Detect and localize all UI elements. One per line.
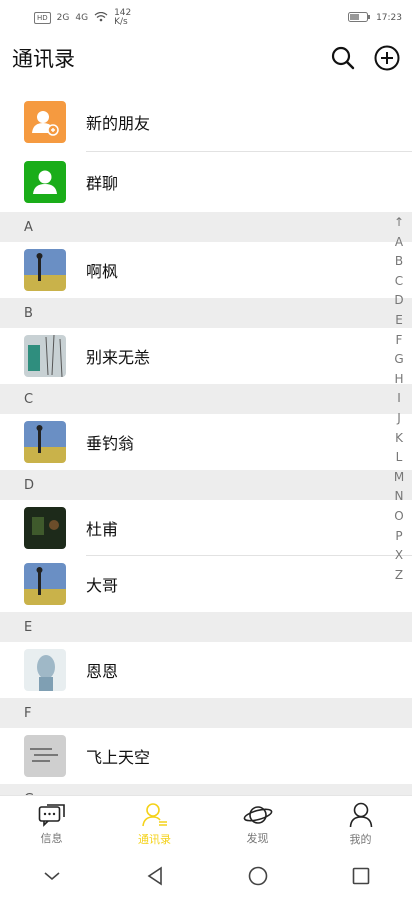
back-button[interactable] [135, 856, 175, 896]
chat-icon [38, 803, 65, 827]
index-letter[interactable]: A [395, 234, 403, 251]
status-bar: HD 2G 4G 142 K/s 17:23 [0, 0, 412, 36]
search-icon [331, 46, 355, 70]
page-title: 通讯录 [12, 47, 75, 71]
section-header-b: B [0, 298, 412, 328]
group-chat-icon [24, 161, 66, 203]
index-letter[interactable]: H [394, 371, 403, 388]
index-letter[interactable]: F [396, 332, 403, 349]
recents-button[interactable] [341, 856, 381, 896]
user-icon [349, 802, 372, 827]
tab-me[interactable]: 我的 [321, 802, 401, 847]
index-letter[interactable]: ↑ [394, 214, 404, 231]
contact-item[interactable]: 别来无恙 [0, 328, 412, 384]
system-navigation-bar [0, 852, 412, 900]
back-triangle-icon [147, 866, 162, 886]
contact-item[interactable]: 杜甫 [0, 500, 412, 556]
chevron-down-icon [43, 872, 60, 881]
avatar [24, 335, 66, 377]
avatar [24, 507, 66, 549]
index-letter[interactable]: D [394, 292, 403, 309]
index-letter[interactable]: X [395, 547, 403, 564]
contact-item[interactable]: 大哥 [0, 556, 412, 612]
hide-keyboard-button[interactable] [32, 856, 72, 896]
index-letter[interactable]: K [395, 430, 403, 447]
alphabet-index[interactable]: ↑ A B C D E F G H I J K L M N O P X Z [392, 214, 406, 583]
index-letter[interactable]: I [397, 390, 401, 407]
avatar [24, 735, 66, 777]
hd-badge: HD [34, 12, 51, 24]
avatar [24, 649, 66, 691]
home-button[interactable] [238, 856, 278, 896]
index-letter[interactable]: M [394, 469, 404, 486]
net-speed: 142 K/s [114, 8, 132, 27]
home-circle-icon [248, 866, 267, 886]
new-friends-icon [24, 101, 66, 143]
new-friends-item[interactable]: 新的朋友 [0, 92, 412, 152]
recents-square-icon [352, 867, 369, 885]
avatar [24, 249, 66, 291]
section-header-f: F [0, 698, 412, 728]
section-header-e: E [0, 612, 412, 642]
contact-name: 啊枫 [86, 262, 119, 281]
network-type-2: 4G [75, 13, 89, 23]
list-item-label: 新的朋友 [86, 114, 151, 133]
wifi-icon [94, 11, 108, 25]
tab-messages[interactable]: 信息 [12, 803, 92, 846]
contact-name: 杜甫 [86, 520, 119, 539]
index-letter[interactable]: B [395, 253, 403, 270]
battery-icon [348, 11, 371, 25]
bottom-tab-bar: 信息 通讯录 发现 我的 [0, 795, 412, 852]
section-header-d: D [0, 470, 412, 500]
list-item-label: 群聊 [86, 174, 119, 193]
tab-label: 信息 [40, 831, 63, 845]
contact-item[interactable]: 垂钓翁 [0, 414, 412, 470]
clock: 17:23 [376, 13, 402, 23]
planet-icon [243, 805, 272, 824]
tab-contacts[interactable]: 通讯录 [115, 802, 195, 847]
index-letter[interactable]: N [395, 488, 404, 505]
contact-name: 别来无恙 [86, 348, 151, 367]
contact-list[interactable]: 新的朋友 群聊 A 啊枫 B 别来无恙 C 垂钓翁 D 杜甫 大哥 E 恩恩 F… [0, 92, 412, 796]
avatar [24, 563, 66, 605]
contact-name: 恩恩 [86, 662, 119, 681]
section-header-c: C [0, 384, 412, 414]
search-button[interactable] [330, 45, 356, 71]
index-letter[interactable]: L [396, 449, 403, 466]
avatar [24, 421, 66, 463]
tab-label: 发现 [246, 831, 269, 845]
index-letter[interactable]: G [394, 351, 403, 368]
tab-label: 通讯录 [138, 832, 171, 846]
index-letter[interactable]: Z [395, 567, 403, 584]
plus-circle-icon [374, 45, 400, 71]
app-header: 通讯录 [0, 36, 412, 80]
index-letter[interactable]: J [397, 410, 401, 427]
index-letter[interactable]: C [395, 273, 403, 290]
contact-item[interactable]: 飞上天空 [0, 728, 412, 784]
contacts-icon [141, 802, 167, 826]
group-chat-item[interactable]: 群聊 [0, 152, 412, 212]
contact-name: 大哥 [86, 576, 119, 595]
contact-item[interactable]: 啊枫 [0, 242, 412, 298]
contact-item[interactable]: 恩恩 [0, 642, 412, 698]
tab-discover[interactable]: 发现 [218, 803, 298, 846]
index-letter[interactable]: P [395, 528, 402, 545]
add-button[interactable] [374, 45, 400, 71]
section-header-a: A [0, 212, 412, 242]
tab-label: 我的 [349, 832, 372, 846]
contact-name: 垂钓翁 [86, 434, 135, 453]
index-letter[interactable]: E [395, 312, 403, 329]
network-type-1: 2G [56, 13, 70, 23]
index-letter[interactable]: O [394, 508, 403, 525]
contact-name: 飞上天空 [86, 748, 151, 767]
